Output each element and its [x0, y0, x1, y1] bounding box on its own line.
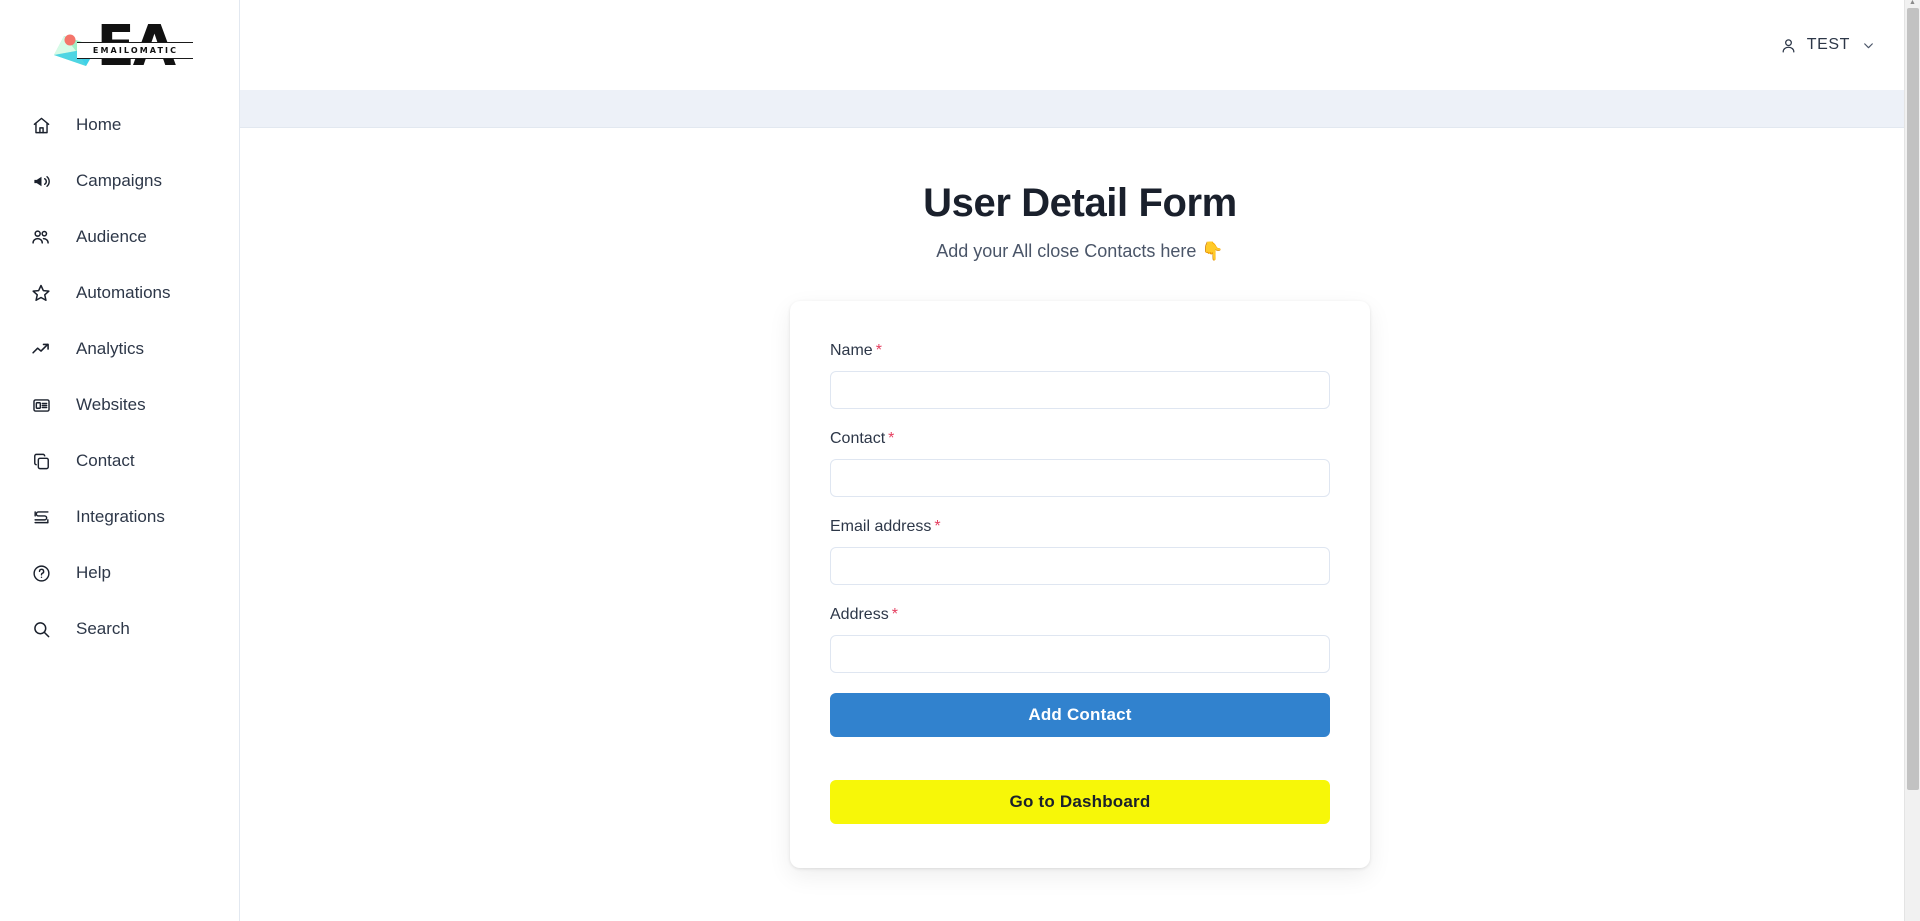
required-marker: *: [891, 606, 898, 623]
sub-header-bar: [240, 90, 1920, 128]
field-address: Address *: [830, 605, 1330, 673]
sidebar-item-audience[interactable]: Audience: [0, 218, 239, 256]
main-content: User Detail Form Add your All close Cont…: [240, 128, 1920, 868]
field-label-text: Contact: [830, 430, 886, 447]
sidebar-item-integrations[interactable]: Integrations: [0, 498, 239, 536]
page-title: User Detail Form: [923, 181, 1237, 225]
required-marker: *: [934, 518, 941, 535]
email-address-input[interactable]: [830, 547, 1330, 585]
field-label-text: Name: [830, 342, 873, 359]
home-icon: [30, 114, 52, 136]
copy-icon: [30, 450, 52, 472]
star-icon: [30, 282, 52, 304]
sidebar-item-analytics[interactable]: Analytics: [0, 330, 239, 368]
layers-icon: [30, 506, 52, 528]
field-label: Address *: [830, 605, 1330, 625]
id-card-icon: [30, 394, 52, 416]
scrollbar-thumb[interactable]: [1907, 8, 1919, 790]
sidebar-item-contact[interactable]: Contact: [0, 442, 239, 480]
app-logo[interactable]: EA EMAILOMATIC: [0, 10, 239, 88]
chevron-down-icon: [1862, 39, 1875, 52]
vertical-scrollbar[interactable]: ▲: [1904, 0, 1920, 921]
field-label-text: Address: [830, 606, 889, 623]
user-menu-button[interactable]: TEST: [1780, 36, 1875, 54]
logo-wordmark-band: EMAILOMATIC: [76, 42, 193, 59]
sidebar-item-label: Analytics: [76, 339, 145, 358]
name-input[interactable]: [830, 371, 1330, 409]
sidebar-item-campaigns[interactable]: Campaigns: [0, 162, 239, 200]
field-label: Name *: [830, 341, 1330, 361]
app-root: EA EMAILOMATIC Home: [0, 0, 1920, 921]
address-input[interactable]: [830, 635, 1330, 673]
page-subtitle: Add your All close Contacts here 👇: [936, 241, 1224, 261]
logo-graphic: EA EMAILOMATIC: [53, 16, 193, 80]
sidebar-item-label: Automations: [76, 283, 171, 302]
sidebar-item-websites[interactable]: Websites: [0, 386, 239, 424]
sidebar-item-label: Contact: [76, 451, 135, 470]
logo-wordmark: EMAILOMATIC: [92, 46, 179, 55]
sidebar-item-label: Campaigns: [76, 171, 162, 190]
sidebar: EA EMAILOMATIC Home: [0, 0, 240, 921]
top-bar: TEST: [240, 0, 1920, 90]
field-label: Email address *: [830, 517, 1330, 537]
contact-input[interactable]: [830, 459, 1330, 497]
sidebar-item-label: Home: [76, 115, 122, 134]
question-circle-icon: [30, 562, 52, 584]
field-label: Contact *: [830, 429, 1330, 449]
sidebar-item-label: Websites: [76, 395, 146, 414]
trending-up-icon: [30, 338, 52, 360]
sidebar-item-label: Search: [76, 619, 130, 638]
sidebar-item-label: Integrations: [76, 507, 165, 526]
sidebar-item-label: Audience: [76, 227, 147, 246]
sidebar-item-home[interactable]: Home: [0, 106, 239, 144]
chevron-up-icon[interactable]: ▲: [1905, 0, 1920, 6]
sidebar-item-search[interactable]: Search: [0, 610, 239, 648]
sidebar-item-label: Help: [76, 563, 111, 582]
required-marker: *: [888, 430, 895, 447]
required-marker: *: [875, 342, 882, 359]
user-detail-form-card: Name * Contact * Email address * Address *: [790, 301, 1370, 868]
field-contact: Contact *: [830, 429, 1330, 497]
person-icon: [1780, 37, 1797, 54]
user-detail-form: Name * Contact * Email address * Address *: [830, 341, 1330, 824]
add-contact-button[interactable]: Add Contact: [830, 693, 1330, 737]
sidebar-nav: Home Campaigns Audience Automations Anal…: [0, 88, 239, 648]
field-label-text: Email address: [830, 518, 932, 535]
sidebar-item-help[interactable]: Help: [0, 554, 239, 592]
search-icon: [30, 618, 52, 640]
go-to-dashboard-button[interactable]: Go to Dashboard: [830, 780, 1330, 824]
sidebar-item-automations[interactable]: Automations: [0, 274, 239, 312]
user-name-label: TEST: [1806, 36, 1850, 53]
megaphone-icon: [30, 170, 52, 192]
content-area: TEST User Detail Form Add your All close…: [240, 0, 1920, 921]
field-name: Name *: [830, 341, 1330, 409]
field-email-address: Email address *: [830, 517, 1330, 585]
users-icon: [30, 226, 52, 248]
